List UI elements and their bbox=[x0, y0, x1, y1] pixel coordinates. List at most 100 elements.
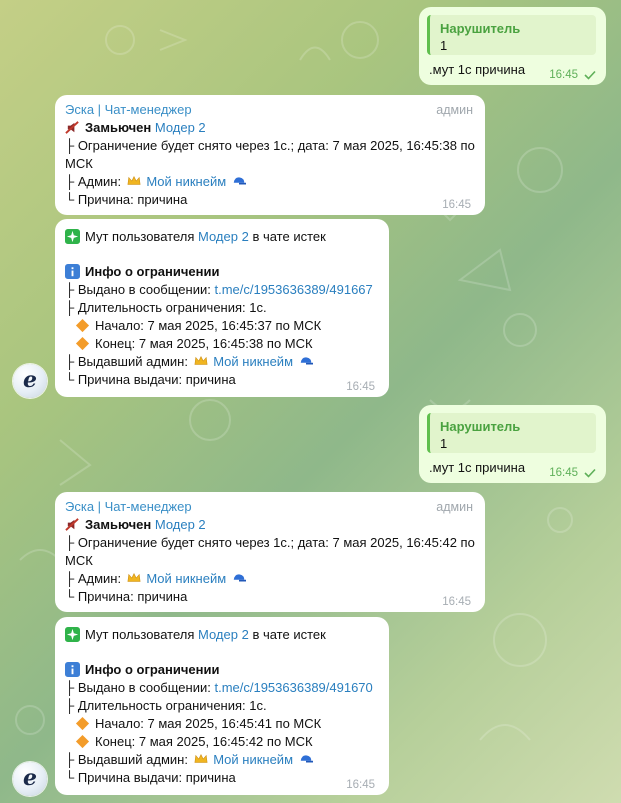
end-text: Конец: 7 мая 2025, 16:45:42 по МСК bbox=[95, 734, 313, 749]
expire-prefix: Мут пользователя bbox=[85, 229, 195, 244]
message-time: 16:45 bbox=[442, 199, 471, 211]
blue-cap-icon bbox=[233, 574, 246, 582]
avatar-letter: e bbox=[23, 765, 37, 791]
crown-icon bbox=[194, 754, 207, 763]
restriction-line-cont: МСК bbox=[65, 553, 93, 568]
muted-speaker-icon bbox=[65, 121, 79, 134]
sender-role: админ bbox=[436, 103, 473, 117]
reason-line: └ Причина выдачи: причина bbox=[65, 372, 236, 387]
user-mention[interactable]: Модер 2 bbox=[155, 517, 206, 532]
reply-quote[interactable]: Нарушитель 1 bbox=[427, 413, 596, 453]
blue-cap-icon bbox=[300, 357, 313, 365]
issued-line: ├ Выдано в сообщении: t.me/c/1953636389/… bbox=[65, 679, 373, 697]
expire-line: Мут пользователя Модер 2 в чате истек bbox=[65, 626, 326, 644]
blue-cap-icon bbox=[233, 177, 246, 185]
mute-status-line: Замьючен Модер 2 bbox=[65, 119, 206, 137]
reason-line: └ Причина выдачи: причина bbox=[65, 770, 236, 785]
quote-author: Нарушитель bbox=[440, 21, 521, 36]
message-time: 16:45 bbox=[346, 381, 375, 393]
user-mention[interactable]: Модер 2 bbox=[155, 120, 206, 135]
reply-quote[interactable]: Нарушитель 1 bbox=[427, 15, 596, 55]
reason-line: └ Причина: причина bbox=[65, 589, 188, 604]
info-icon bbox=[65, 264, 80, 279]
message-link[interactable]: t.me/c/1953636389/491667 bbox=[214, 282, 372, 297]
start-line: Начало: 7 мая 2025, 16:45:37 по МСК bbox=[75, 317, 321, 335]
outgoing-message[interactable]: Нарушитель 1 .мут 1с причина 16:45 bbox=[419, 7, 606, 85]
quote-text: 1 bbox=[440, 38, 448, 53]
incoming-message-expire[interactable]: Мут пользователя Модер 2 в чате истек Ин… bbox=[55, 617, 389, 795]
message-text: .мут 1с причина bbox=[429, 62, 526, 77]
check-icon bbox=[584, 468, 596, 478]
admin-line: ├ Админ: Мой никнейм bbox=[65, 570, 248, 588]
quote-author: Нарушитель bbox=[440, 419, 521, 434]
duration-line: ├ Длительность ограничения: 1с. bbox=[65, 300, 267, 315]
duration-line: ├ Длительность ограничения: 1с. bbox=[65, 698, 267, 713]
admin-label: ├ Админ: bbox=[65, 174, 122, 189]
crown-icon bbox=[127, 573, 141, 582]
issuer-label: ├ Выдавший админ: bbox=[65, 354, 188, 369]
incoming-message-expire[interactable]: Мут пользователя Модер 2 в чате истек Ин… bbox=[55, 219, 389, 397]
avatar-letter: e bbox=[23, 367, 37, 393]
restriction-line: ├ Ограничение будет снято через 1с.; дат… bbox=[65, 535, 475, 550]
admin-label: ├ Админ: bbox=[65, 571, 122, 586]
admin-mention[interactable]: Мой никнейм bbox=[213, 354, 293, 369]
info-heading: Инфо о ограничении bbox=[65, 263, 220, 281]
end-line: Конец: 7 мая 2025, 16:45:42 по МСК bbox=[75, 733, 313, 751]
admin-mention[interactable]: Мой никнейм bbox=[146, 571, 226, 586]
bot-avatar[interactable]: e bbox=[13, 762, 47, 796]
message-text: .мут 1с причина bbox=[429, 460, 526, 475]
orange-diamond-icon bbox=[75, 734, 90, 749]
orange-diamond-icon bbox=[75, 318, 90, 333]
message-link[interactable]: t.me/c/1953636389/491670 bbox=[214, 680, 372, 695]
check-icon bbox=[584, 70, 596, 80]
issuer-line: ├ Выдавший админ: Мой никнейм bbox=[65, 353, 315, 371]
info-title: Инфо о ограничении bbox=[85, 264, 220, 279]
muted-label: Замьючен bbox=[85, 120, 152, 135]
orange-diamond-icon bbox=[75, 716, 90, 731]
mute-status-line: Замьючен Модер 2 bbox=[65, 516, 206, 534]
quote-text: 1 bbox=[440, 436, 448, 451]
issued-label: ├ Выдано в сообщении: bbox=[65, 680, 211, 695]
issuer-line: ├ Выдавший админ: Мой никнейм bbox=[65, 751, 315, 769]
sparkle-icon bbox=[65, 229, 80, 244]
user-mention[interactable]: Модер 2 bbox=[198, 229, 249, 244]
expire-prefix: Мут пользователя bbox=[85, 627, 195, 642]
crown-icon bbox=[127, 176, 141, 185]
expire-suffix: в чате истек bbox=[252, 229, 326, 244]
message-time: 16:45 bbox=[549, 467, 578, 479]
info-icon bbox=[65, 662, 80, 677]
issued-label: ├ Выдано в сообщении: bbox=[65, 282, 211, 297]
outgoing-message[interactable]: Нарушитель 1 .мут 1с причина 16:45 bbox=[419, 405, 606, 483]
bot-avatar[interactable]: e bbox=[13, 364, 47, 398]
message-time: 16:45 bbox=[442, 596, 471, 608]
admin-mention[interactable]: Мой никнейм bbox=[213, 752, 293, 767]
admin-line: ├ Админ: Мой никнейм bbox=[65, 173, 248, 191]
muted-speaker-icon bbox=[65, 518, 79, 531]
muted-label: Замьючен bbox=[85, 517, 152, 532]
expire-suffix: в чате истек bbox=[252, 627, 326, 642]
user-mention[interactable]: Модер 2 bbox=[198, 627, 249, 642]
restriction-line-cont: МСК bbox=[65, 156, 93, 171]
blue-cap-icon bbox=[300, 755, 313, 763]
start-text: Начало: 7 мая 2025, 16:45:37 по МСК bbox=[95, 318, 322, 333]
info-title: Инфо о ограничении bbox=[85, 662, 220, 677]
crown-icon bbox=[194, 356, 207, 365]
incoming-message-mute[interactable]: Эска | Чат-менеджер админ Замьючен Модер… bbox=[55, 492, 485, 612]
info-heading: Инфо о ограничении bbox=[65, 661, 220, 679]
sparkle-icon bbox=[65, 627, 80, 642]
orange-diamond-icon bbox=[75, 336, 90, 351]
message-time: 16:45 bbox=[549, 69, 578, 81]
issuer-label: ├ Выдавший админ: bbox=[65, 752, 188, 767]
start-line: Начало: 7 мая 2025, 16:45:41 по МСК bbox=[75, 715, 321, 733]
incoming-message-mute[interactable]: Эска | Чат-менеджер админ Замьючен Модер… bbox=[55, 95, 485, 215]
sender-name[interactable]: Эска | Чат-менеджер bbox=[65, 498, 192, 516]
sender-role: админ bbox=[436, 500, 473, 514]
end-text: Конец: 7 мая 2025, 16:45:38 по МСК bbox=[95, 336, 313, 351]
message-time: 16:45 bbox=[346, 779, 375, 791]
restriction-line: ├ Ограничение будет снято через 1с.; дат… bbox=[65, 138, 475, 153]
admin-mention[interactable]: Мой никнейм bbox=[146, 174, 226, 189]
start-text: Начало: 7 мая 2025, 16:45:41 по МСК bbox=[95, 716, 322, 731]
expire-line: Мут пользователя Модер 2 в чате истек bbox=[65, 228, 326, 246]
issued-line: ├ Выдано в сообщении: t.me/c/1953636389/… bbox=[65, 281, 373, 299]
sender-name[interactable]: Эска | Чат-менеджер bbox=[65, 101, 192, 119]
